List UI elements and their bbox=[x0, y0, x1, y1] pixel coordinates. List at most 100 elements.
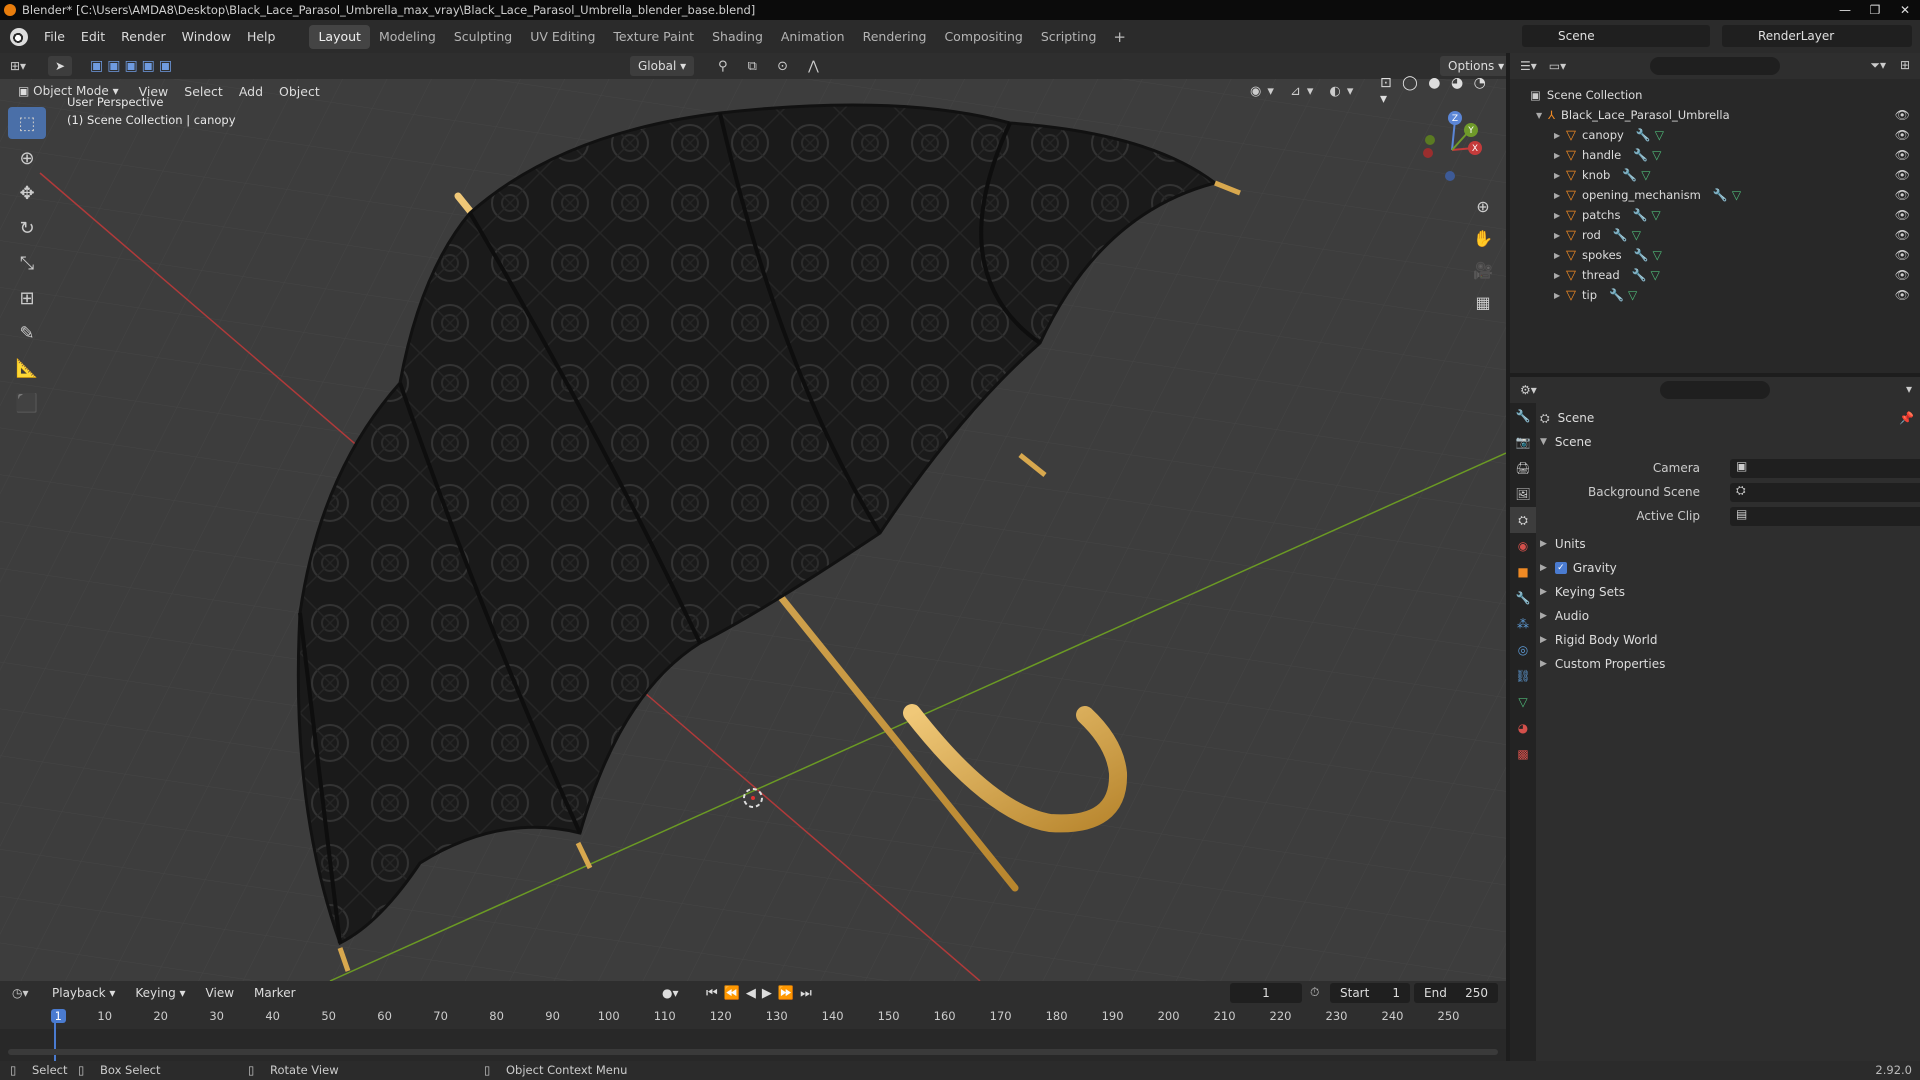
timeline-view-menu[interactable]: View bbox=[198, 983, 242, 1003]
expand-icon[interactable]: ▶ bbox=[1554, 151, 1566, 160]
expand-icon[interactable]: ▼ bbox=[1536, 111, 1548, 120]
custom-properties-section[interactable]: ▶ Custom Properties bbox=[1540, 653, 1920, 675]
outliner-collection[interactable]: ▼ ⅄ Black_Lace_Parasol_Umbrella 👁 bbox=[1510, 105, 1920, 125]
navigation-gizmo[interactable]: Z X Y bbox=[1410, 108, 1490, 188]
constraints-tab-icon[interactable]: ⛓ bbox=[1510, 663, 1536, 689]
particles-tab-icon[interactable]: ⁂ bbox=[1510, 611, 1536, 637]
scene-selector[interactable]: Scene bbox=[1522, 25, 1710, 47]
tab-sculpting[interactable]: Sculpting bbox=[445, 25, 521, 49]
visibility-eye-icon[interactable]: 👁 bbox=[1895, 248, 1910, 262]
modifier-icon[interactable]: 🔧 bbox=[1632, 208, 1647, 222]
modifier-icon[interactable]: 🔧 bbox=[1632, 268, 1647, 282]
expand-icon[interactable]: ▶ bbox=[1554, 251, 1566, 260]
keying-sets-section[interactable]: ▶ Keying Sets bbox=[1540, 581, 1920, 603]
tab-uv-editing[interactable]: UV Editing bbox=[521, 25, 604, 49]
mesh-data-icon[interactable]: ▽ bbox=[1632, 228, 1641, 242]
keying-menu[interactable]: Keying ▾ bbox=[127, 983, 193, 1003]
add-cube-tool-icon[interactable]: ⬛ bbox=[8, 387, 46, 419]
tab-shading[interactable]: Shading bbox=[703, 25, 772, 49]
editor-type-icon[interactable]: ⊞▾ bbox=[10, 59, 40, 73]
menu-edit[interactable]: Edit bbox=[73, 29, 113, 44]
output-tab-icon[interactable]: 🖨 bbox=[1510, 455, 1536, 481]
blender-logo-icon[interactable] bbox=[10, 27, 28, 46]
expand-icon[interactable]: ▶ bbox=[1554, 211, 1566, 220]
cursor-tool-icon[interactable]: ⊕ bbox=[8, 142, 46, 174]
overlay-toggle-icons[interactable]: ◉▾ ⊿▾ ◐▾ bbox=[1250, 84, 1359, 99]
timeline-editor-icon[interactable]: ◷▾ bbox=[12, 986, 44, 1000]
maximize-button[interactable]: ❐ bbox=[1860, 0, 1890, 20]
expand-icon[interactable]: ▶ bbox=[1554, 271, 1566, 280]
scene-panel-header[interactable]: ▼ Scene bbox=[1540, 431, 1920, 453]
start-frame-field[interactable]: Start 1 bbox=[1330, 983, 1410, 1003]
mesh-data-icon[interactable]: ▽ bbox=[1653, 248, 1662, 262]
marker-menu[interactable]: Marker bbox=[246, 983, 303, 1003]
mesh-data-icon[interactable]: ▽ bbox=[1655, 128, 1664, 142]
expand-icon[interactable]: ▶ bbox=[1554, 171, 1566, 180]
display-mode-icon[interactable]: ▭▾ bbox=[1549, 59, 1566, 73]
visibility-eye-icon[interactable]: 👁 bbox=[1895, 128, 1910, 142]
modifier-icon[interactable]: 🔧 bbox=[1713, 188, 1728, 202]
active-clip-field[interactable]: ▤ bbox=[1730, 506, 1920, 526]
visibility-eye-icon[interactable]: 👁 bbox=[1895, 268, 1910, 282]
visibility-eye-icon[interactable]: 👁 bbox=[1895, 148, 1910, 162]
visibility-eye-icon[interactable]: 👁 bbox=[1895, 228, 1910, 242]
menu-help[interactable]: Help bbox=[239, 29, 284, 44]
camera-view-icon[interactable]: 🎥 bbox=[1468, 257, 1498, 285]
data-tab-icon[interactable]: ▽ bbox=[1510, 689, 1536, 715]
outliner-root[interactable]: ▣ Scene Collection bbox=[1510, 85, 1920, 105]
mesh-data-icon[interactable]: ▽ bbox=[1652, 148, 1661, 162]
tab-scripting[interactable]: Scripting bbox=[1032, 25, 1106, 49]
properties-editor-icon[interactable]: ⚙▾ bbox=[1520, 383, 1537, 397]
modifier-icon[interactable]: 🔧 bbox=[1636, 128, 1651, 142]
outliner-object-rod[interactable]: ▶ ▽ rod 🔧 ▽ 👁 bbox=[1510, 225, 1920, 245]
outliner-search-input[interactable] bbox=[1650, 57, 1780, 75]
record-icon[interactable]: ●▾ bbox=[662, 986, 679, 1000]
visibility-eye-icon[interactable]: 👁 bbox=[1895, 108, 1910, 122]
orientation-dropdown[interactable]: Global ▾ bbox=[630, 56, 695, 76]
units-section[interactable]: ▶ Units bbox=[1540, 533, 1920, 555]
outliner-object-tip[interactable]: ▶ ▽ tip 🔧 ▽ 👁 bbox=[1510, 285, 1920, 305]
zoom-icon[interactable]: ⊕ bbox=[1468, 193, 1498, 221]
expand-icon[interactable]: ▶ bbox=[1554, 231, 1566, 240]
pan-hand-icon[interactable]: ✋ bbox=[1468, 225, 1498, 253]
menu-file[interactable]: File bbox=[36, 29, 73, 44]
outliner-object-knob[interactable]: ▶ ▽ knob 🔧 ▽ 👁 bbox=[1510, 165, 1920, 185]
vmenu-add[interactable]: Add bbox=[231, 84, 271, 99]
render-tab-icon[interactable]: 📷 bbox=[1510, 429, 1536, 455]
viewport-scene[interactable] bbox=[0, 53, 1506, 981]
outliner-object-handle[interactable]: ▶ ▽ handle 🔧 ▽ 👁 bbox=[1510, 145, 1920, 165]
material-tab-icon[interactable]: ◕ bbox=[1510, 715, 1536, 741]
mesh-data-icon[interactable]: ▽ bbox=[1732, 188, 1741, 202]
new-collection-icon[interactable]: ⊞ bbox=[1900, 58, 1910, 72]
move-tool-icon[interactable]: ✥ bbox=[8, 177, 46, 209]
stopwatch-icon[interactable]: ⏱ bbox=[1310, 985, 1319, 1000]
mesh-data-icon[interactable]: ▽ bbox=[1651, 268, 1660, 282]
tab-modeling[interactable]: Modeling bbox=[370, 25, 445, 49]
ortho-grid-icon[interactable]: ▦ bbox=[1468, 289, 1498, 317]
tab-animation[interactable]: Animation bbox=[772, 25, 854, 49]
scene-tab-icon[interactable]: ⛭ bbox=[1510, 507, 1536, 533]
selection-mode-icons[interactable]: ▣▣▣▣▣ bbox=[90, 58, 176, 74]
rotate-tool-icon[interactable]: ↻ bbox=[8, 212, 46, 244]
snapping-icons[interactable]: ⚲ ⧉ ⊙ ⋀ bbox=[718, 59, 827, 74]
select-box-tool-icon[interactable]: ⬚ bbox=[8, 107, 46, 139]
mesh-data-icon[interactable]: ▽ bbox=[1628, 288, 1637, 302]
background-scene-field[interactable]: ⛭ bbox=[1730, 482, 1920, 502]
menu-window[interactable]: Window bbox=[174, 29, 239, 44]
world-tab-icon[interactable]: ◉ bbox=[1510, 533, 1536, 559]
tab-layout[interactable]: Layout bbox=[309, 24, 370, 49]
gravity-section[interactable]: ▶ ✓ Gravity bbox=[1540, 557, 1920, 579]
measure-tool-icon[interactable]: 📐 bbox=[8, 352, 46, 384]
properties-search-input[interactable] bbox=[1660, 381, 1770, 399]
select-tool-icon[interactable]: ➤ bbox=[48, 56, 72, 76]
rigid-body-world-section[interactable]: ▶ Rigid Body World bbox=[1540, 629, 1920, 651]
pin-icon[interactable]: 📌 bbox=[1899, 411, 1914, 425]
outliner-object-opening-mechanism[interactable]: ▶ ▽ opening_mechanism 🔧 ▽ 👁 bbox=[1510, 185, 1920, 205]
menu-render[interactable]: Render bbox=[113, 29, 174, 44]
texture-tab-icon[interactable]: ▩ bbox=[1510, 741, 1536, 767]
modifier-tab-icon[interactable]: 🔧 bbox=[1510, 585, 1536, 611]
tool-tab-icon[interactable]: 🔧 bbox=[1510, 403, 1536, 429]
modifier-icon[interactable]: 🔧 bbox=[1609, 288, 1624, 302]
outliner-object-spokes[interactable]: ▶ ▽ spokes 🔧 ▽ 👁 bbox=[1510, 245, 1920, 265]
transform-tool-icon[interactable]: ⊞ bbox=[8, 282, 46, 314]
